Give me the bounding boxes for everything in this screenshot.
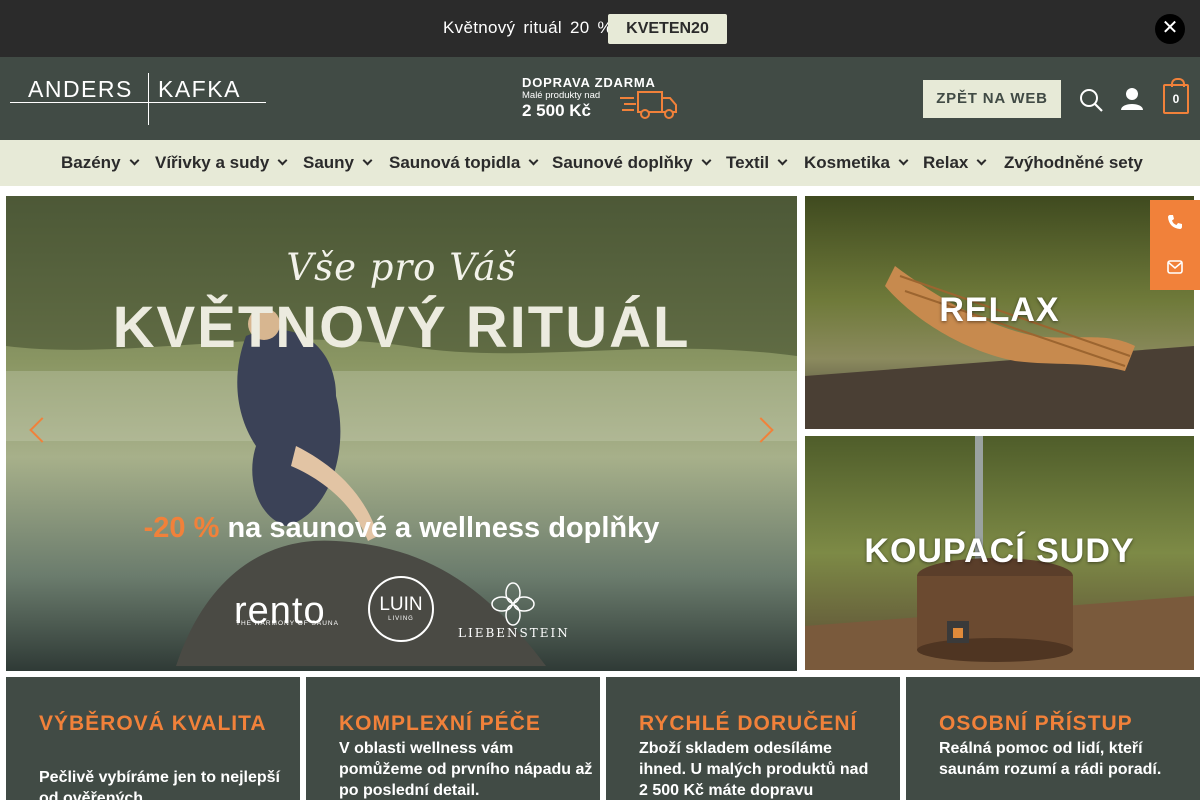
announcement-bar: Květnový rituál 20 % KVETEN20 ✕ bbox=[0, 0, 1200, 57]
mail-icon bbox=[1167, 260, 1183, 274]
chevron-down-icon bbox=[528, 155, 539, 166]
mail-button[interactable] bbox=[1150, 245, 1200, 290]
logo-text-right: KAFKA bbox=[158, 76, 241, 102]
hero-promo: -20 % na saunové a wellness doplňky bbox=[6, 512, 797, 545]
shipping-subtitle: Malé produkty nad bbox=[522, 90, 601, 101]
tile-relax-label: RELAX bbox=[939, 291, 1060, 329]
tile-relax[interactable]: RELAX bbox=[805, 196, 1194, 429]
feature-box-care: KOMPLEXNÍ PÉČE V oblasti wellness vám po… bbox=[306, 677, 600, 800]
shipping-threshold: 2 500 Kč bbox=[522, 101, 591, 120]
feature-title: RYCHLÉ DORUČENÍ bbox=[639, 712, 858, 735]
nav-item-virivky[interactable]: Vířivky a sudy bbox=[155, 140, 288, 186]
nav-label: Bazény bbox=[61, 153, 121, 172]
nav-item-sauny[interactable]: Sauny bbox=[303, 140, 373, 186]
nav-item-kosmetika[interactable]: Kosmetika bbox=[804, 140, 909, 186]
brand-luin-sub: LIVING bbox=[388, 616, 414, 622]
nav-item-bazeny[interactable]: Bazény bbox=[61, 140, 139, 186]
logo-text-left: ANDERS bbox=[28, 76, 133, 102]
logo[interactable]: ANDERS KAFKA bbox=[10, 73, 266, 125]
cart-icon[interactable]: 0 bbox=[1163, 78, 1189, 114]
back-to-web-button[interactable]: ZPĚT NA WEB bbox=[923, 80, 1061, 118]
nav-label: Sauny bbox=[303, 153, 355, 172]
search-icon[interactable] bbox=[1078, 87, 1104, 113]
flower-icon bbox=[491, 582, 535, 626]
chevron-down-icon bbox=[976, 155, 987, 166]
truck-icon bbox=[620, 91, 677, 119]
feature-title: KOMPLEXNÍ PÉČE bbox=[339, 712, 541, 735]
tile-koupaci-sudy[interactable]: KOUPACÍ SUDY bbox=[805, 436, 1194, 670]
nav-label: Relax bbox=[923, 153, 969, 172]
hero-promo-percent: -20 % bbox=[143, 512, 220, 544]
feature-box-personal: OSOBNÍ PŘÍSTUP Reálná pomoc od lidí, kte… bbox=[906, 677, 1200, 800]
nav-label: Kosmetika bbox=[804, 153, 890, 172]
feature-title: VÝBĚROVÁ KVALITA bbox=[39, 712, 267, 735]
brand-logo-liebenstein: LIEBENSTEIN bbox=[458, 626, 570, 640]
announcement-text: Květnový rituál 20 % bbox=[443, 18, 613, 37]
nav-label: Vířivky a sudy bbox=[155, 153, 270, 172]
nav-label: Zvýhodněné sety bbox=[1004, 153, 1143, 172]
nav-item-relax[interactable]: Relax bbox=[923, 140, 987, 186]
chevron-down-icon bbox=[362, 155, 373, 166]
chevron-down-icon bbox=[701, 155, 712, 166]
feature-box-delivery: RYCHLÉ DORUČENÍ Zboží skladem odesíláme … bbox=[606, 677, 900, 800]
nav-item-sety[interactable]: Zvýhodněné sety bbox=[1004, 140, 1143, 186]
phone-icon bbox=[1168, 215, 1182, 229]
feature-text: V oblasti wellness vám pomůžeme od první… bbox=[339, 740, 593, 799]
brand-tagline-rento: THE HARMONY OF SAUNA bbox=[236, 620, 339, 627]
phone-button[interactable] bbox=[1150, 200, 1200, 245]
nav-item-doplnky[interactable]: Saunové doplňky bbox=[552, 140, 712, 186]
hero-script-text: Vše pro Váš bbox=[286, 246, 517, 289]
user-icon[interactable] bbox=[1119, 86, 1145, 112]
shipping-title: DOPRAVA ZDARMA bbox=[522, 75, 656, 90]
feature-title: OSOBNÍ PŘÍSTUP bbox=[939, 712, 1133, 735]
nav-item-topidla[interactable]: Saunová topidla bbox=[389, 140, 539, 186]
nav-label: Textil bbox=[726, 153, 770, 172]
nav-label: Saunová topidla bbox=[389, 153, 521, 172]
hero-slider[interactable]: Vše pro Váš KVĚTNOVÝ RITUÁL -20 % na sau… bbox=[6, 196, 797, 671]
nav-label: Saunové doplňky bbox=[552, 153, 693, 172]
chevron-down-icon bbox=[777, 155, 788, 166]
free-shipping-banner: DOPRAVA ZDARMA Malé produkty nad 2 500 K… bbox=[520, 74, 680, 124]
feature-text: Reálná pomoc od lidí, kteří saunám rozum… bbox=[939, 740, 1162, 778]
brand-luin-name: LUIN bbox=[379, 594, 423, 615]
discount-code-badge[interactable]: KVETEN20 bbox=[608, 14, 727, 44]
feature-box-quality: VÝBĚROVÁ KVALITA Pečlivě vybíráme jen to… bbox=[6, 677, 300, 807]
feature-text: Pečlivě vybíráme jen to nejlepší od ověř… bbox=[39, 769, 280, 807]
nav-item-textil[interactable]: Textil bbox=[726, 140, 788, 186]
chevron-down-icon bbox=[277, 155, 288, 166]
tile-sudy-label: KOUPACÍ SUDY bbox=[864, 532, 1135, 570]
hero-title: KVĚTNOVÝ RITUÁL bbox=[112, 295, 691, 360]
logo-divider-vertical bbox=[148, 73, 149, 125]
chevron-down-icon bbox=[898, 155, 909, 166]
main-nav: Bazény Vířivky a sudy Sauny Saunová topi… bbox=[0, 140, 1200, 186]
chevron-down-icon bbox=[129, 155, 139, 166]
site-header: ANDERS KAFKA DOPRAVA ZDARMA Malé produkt… bbox=[0, 57, 1200, 140]
close-icon[interactable]: ✕ bbox=[1155, 14, 1185, 44]
brand-logo-luin: LUIN LIVING bbox=[368, 576, 434, 642]
hero-promo-text: na saunové a wellness doplňky bbox=[227, 512, 660, 544]
feature-text: Zboží skladem odesíláme ihned. U malých … bbox=[639, 740, 869, 799]
